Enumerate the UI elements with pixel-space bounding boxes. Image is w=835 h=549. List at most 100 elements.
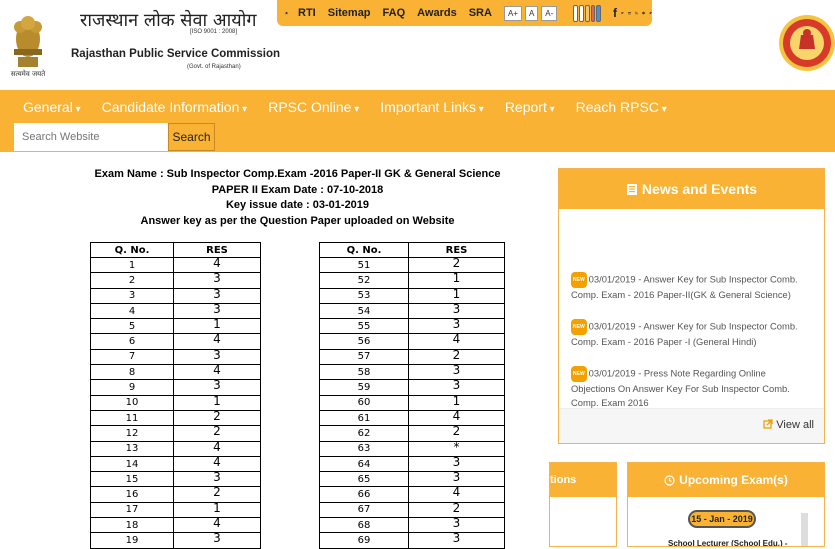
new-badge: NEW	[571, 272, 587, 288]
table-row: 693	[320, 533, 505, 548]
twitter-icon[interactable]	[621, 7, 624, 19]
search-button[interactable]: Search	[168, 123, 215, 151]
table-row: 572	[320, 349, 505, 364]
home-icon[interactable]	[285, 7, 288, 19]
theme-swatch-yellow[interactable]	[585, 5, 590, 22]
font-size-decrease-button[interactable]: A-	[541, 6, 557, 21]
calendar-icon[interactable]	[628, 7, 631, 19]
globe-icon[interactable]	[642, 7, 645, 19]
question-number-cell: 67	[320, 502, 409, 517]
answer-key-table-right: Q. No. RES 51252153154355356457258359360…	[319, 242, 505, 549]
news-panel-title: News and Events	[642, 181, 757, 197]
table-row: 153	[91, 472, 261, 487]
search-bar: Search	[0, 123, 835, 152]
question-number-cell: 15	[91, 472, 174, 487]
table-row: 601	[320, 395, 505, 410]
upcoming-scrollbar[interactable]	[801, 513, 808, 547]
question-number-cell: 66	[320, 487, 409, 502]
table-row: 73	[91, 349, 261, 364]
table-row: 101	[91, 395, 261, 410]
table-row: 531	[320, 288, 505, 303]
table-row: 643	[320, 456, 505, 471]
upcoming-exams-panel: Upcoming Exam(s) 15 - Jan - 2019 School …	[627, 462, 825, 547]
upcoming-exam-item[interactable]: School Lecturer (School Edu.) -	[668, 539, 788, 547]
news-item-text[interactable]: 03/01/2019 - Press Note Regarding Online…	[571, 367, 790, 408]
nav-report[interactable]: Report	[505, 99, 555, 115]
answer-cell: 3	[409, 533, 505, 548]
nav-candidate-information[interactable]: Candidate Information	[102, 99, 248, 115]
nav-rpsc-online[interactable]: RPSC Online	[268, 99, 359, 115]
answer-cell: 2	[174, 426, 261, 441]
question-number-cell: 10	[91, 395, 174, 410]
question-number-cell: 65	[320, 472, 409, 487]
font-size-increase-button[interactable]: A+	[504, 6, 522, 21]
nav-reach-rpsc[interactable]: Reach RPSC	[576, 99, 667, 115]
answer-cell: 2	[174, 487, 261, 502]
new-badge: NEW	[571, 319, 587, 335]
topbar-link-sra[interactable]: SRA	[469, 7, 492, 19]
table-row: 171	[91, 502, 261, 517]
table-row: 683	[320, 518, 505, 533]
rss-icon[interactable]	[635, 7, 638, 19]
answer-key-note: Answer key as per the Question Paper upl…	[60, 214, 535, 230]
question-number-cell: 1	[91, 258, 174, 273]
topbar-link-sitemap[interactable]: Sitemap	[328, 7, 371, 19]
question-number-cell: 7	[91, 349, 174, 364]
search-input[interactable]	[14, 123, 168, 151]
table-row: 593	[320, 380, 505, 395]
view-all-link[interactable]: View all	[763, 419, 814, 431]
question-number-cell: 55	[320, 319, 409, 334]
news-panel-header: News and Events	[559, 169, 824, 209]
facebook-icon[interactable]: f	[613, 6, 617, 20]
table-row: 193	[91, 533, 261, 548]
col-header-qno: Q. No.	[320, 243, 409, 258]
answer-cell: 4	[409, 334, 505, 349]
question-number-cell: 2	[91, 273, 174, 288]
pin-icon[interactable]	[649, 7, 652, 19]
topbar-link-rti[interactable]: RTI	[298, 7, 316, 19]
theme-swatch-white-2[interactable]	[579, 5, 584, 22]
news-item-text[interactable]: 03/01/2019 - Answer Key for Sub Inspecto…	[571, 320, 798, 347]
news-item-text[interactable]: 03/01/2019 - Answer Key for Sub Inspecto…	[571, 273, 798, 300]
question-number-cell: 4	[91, 303, 174, 318]
news-item[interactable]: NEW03/01/2019 - Answer Key for Sub Inspe…	[571, 272, 812, 302]
exam-date: PAPER II Exam Date : 07-10-2018	[60, 183, 535, 199]
question-number-cell: 3	[91, 288, 174, 303]
font-size-normal-button[interactable]: A	[525, 6, 538, 21]
nav-general[interactable]: General	[23, 99, 81, 115]
notifications-title: tions	[550, 474, 576, 486]
answer-cell: 1	[409, 273, 505, 288]
answer-key-header: Exam Name : Sub Inspector Comp.Exam -201…	[60, 167, 535, 229]
news-item[interactable]: NEW03/01/2019 - Answer Key for Sub Inspe…	[571, 319, 812, 349]
question-number-cell: 19	[91, 533, 174, 548]
upcoming-exam-date-badge: 15 - Jan - 2019	[688, 510, 756, 528]
question-number-cell: 69	[320, 533, 409, 548]
theme-swatch-white[interactable]	[573, 5, 578, 22]
table-row: 553	[320, 319, 505, 334]
view-all-label[interactable]: View all	[776, 419, 814, 431]
upcoming-panel-title: Upcoming Exam(s)	[679, 473, 788, 487]
table-row: 33	[91, 288, 261, 303]
topbar-link-awards[interactable]: Awards	[417, 7, 457, 19]
table-row: 122	[91, 426, 261, 441]
table-row: 64	[91, 334, 261, 349]
question-number-cell: 14	[91, 456, 174, 471]
news-item[interactable]: NEW03/01/2019 - Press Note Regarding Onl…	[571, 366, 812, 410]
theme-swatch-blue[interactable]	[596, 5, 601, 22]
question-number-cell: 59	[320, 380, 409, 395]
question-number-cell: 57	[320, 349, 409, 364]
question-number-cell: 61	[320, 410, 409, 425]
table-row: 43	[91, 303, 261, 318]
nav-important-links[interactable]: Important Links	[380, 99, 484, 115]
theme-swatch-red[interactable]	[591, 5, 596, 22]
table-row: 614	[320, 410, 505, 425]
topbar-link-faq[interactable]: FAQ	[383, 7, 406, 19]
question-number-cell: 68	[320, 518, 409, 533]
question-number-cell: 58	[320, 365, 409, 380]
table-row: 51	[91, 319, 261, 334]
top-utility-bar: RTI Sitemap FAQ Awards SRA A+ A A- f	[277, 0, 652, 26]
answer-cell: 3	[174, 380, 261, 395]
question-number-cell: 5	[91, 319, 174, 334]
table-row: 664	[320, 487, 505, 502]
question-number-cell: 52	[320, 273, 409, 288]
